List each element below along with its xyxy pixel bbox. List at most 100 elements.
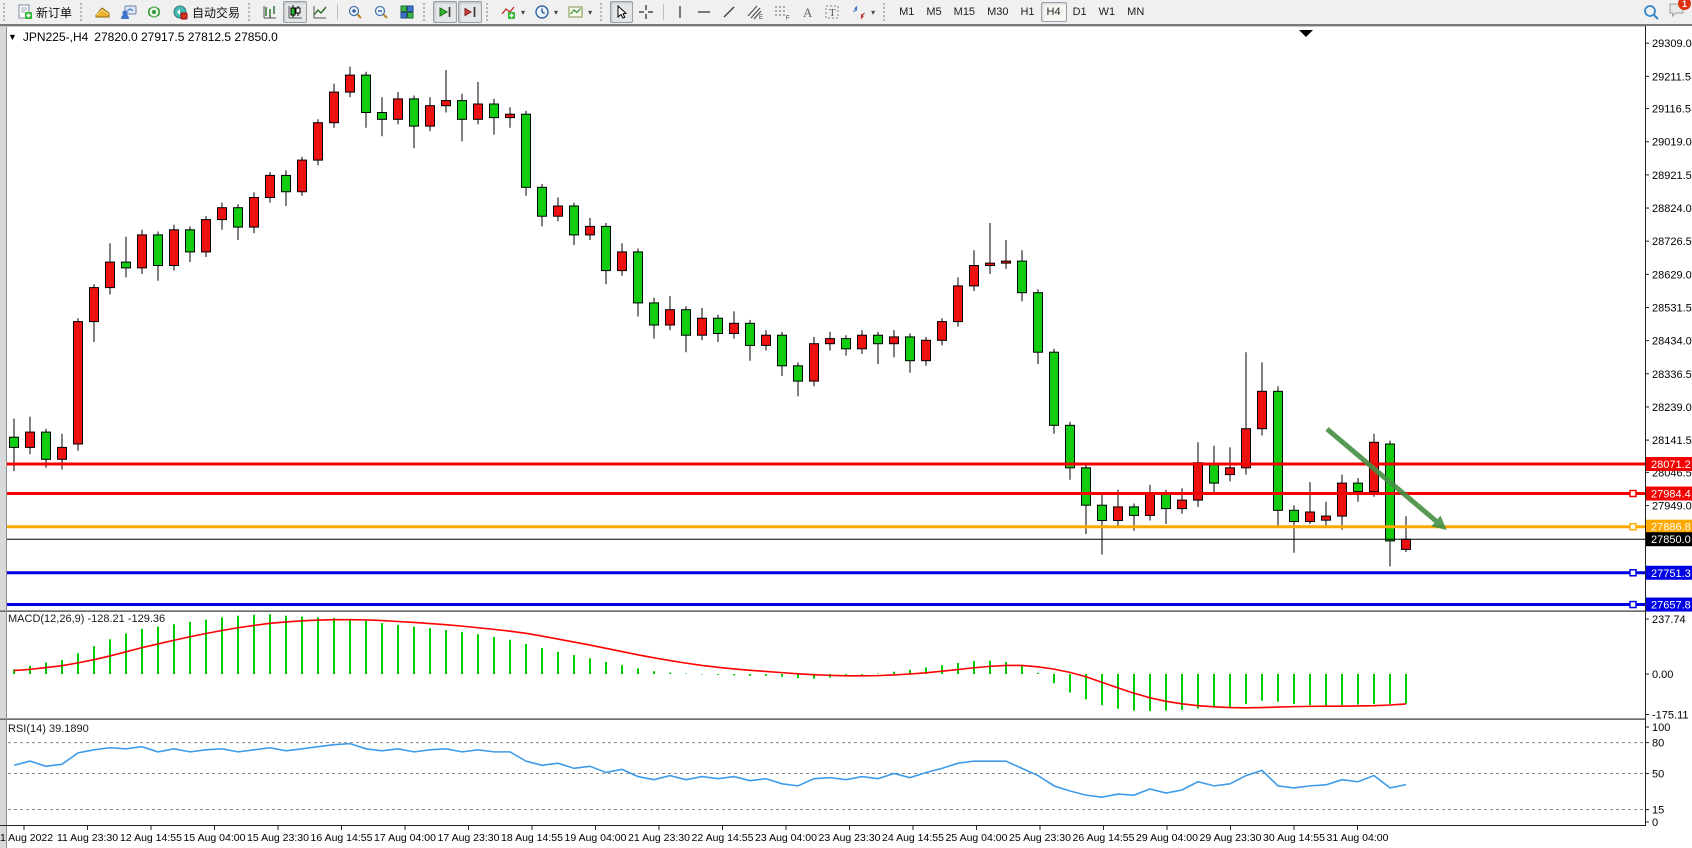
tab-timeframe-m1[interactable]: M1 (893, 2, 920, 22)
tab-timeframe-m30[interactable]: M30 (981, 2, 1014, 22)
periods-dropdown-icon[interactable]: ▾ (554, 8, 558, 17)
svg-text:15 Aug 04:00: 15 Aug 04:00 (184, 832, 246, 844)
toolbar: 新订单 (0, 0, 1692, 26)
ohlc-values: 27820.0 27917.5 27812.5 27850.0 (94, 30, 278, 44)
svg-text:29211.5: 29211.5 (1652, 71, 1691, 83)
indicators-dropdown-icon[interactable]: ▾ (521, 8, 525, 17)
bar-chart-icon (262, 4, 278, 20)
svg-text:29 Aug 23:30: 29 Aug 23:30 (1200, 832, 1262, 844)
svg-text:25 Aug 23:30: 25 Aug 23:30 (1009, 832, 1071, 844)
tab-timeframe-m15[interactable]: M15 (948, 2, 981, 22)
templates-icon (567, 4, 584, 20)
svg-text:237.74: 237.74 (1652, 614, 1686, 626)
line-handle[interactable] (1630, 524, 1636, 530)
toolbar-grip (248, 3, 254, 21)
price-line-label: 27657.8 (1651, 600, 1691, 612)
svg-text:0.00: 0.00 (1652, 669, 1673, 681)
search-icon[interactable] (1643, 4, 1660, 21)
fibonacci-button[interactable]: F (769, 1, 795, 23)
chart-canvas[interactable]: 29309.029211.529116.529019.028921.528824… (0, 0, 1692, 848)
tab-timeframe-mn[interactable]: MN (1121, 2, 1150, 22)
bar-chart-button[interactable] (258, 1, 282, 23)
chart-shift-icon (462, 4, 478, 20)
tile-windows-button[interactable] (395, 1, 419, 23)
arrows-dropdown-icon[interactable]: ▾ (871, 8, 875, 17)
cursor-button[interactable] (610, 1, 633, 23)
timeframe-group: M1M5M15M30H1H4D1W1MN (893, 2, 1150, 22)
tab-timeframe-h1[interactable]: H1 (1014, 2, 1040, 22)
templates-dropdown-icon[interactable]: ▾ (588, 8, 592, 17)
toolbar-grip (600, 3, 606, 21)
svg-text:50: 50 (1652, 769, 1664, 781)
tab-timeframe-d1[interactable]: D1 (1067, 2, 1093, 22)
symbol-dropdown-icon[interactable]: ▼ (8, 32, 17, 42)
svg-text:80: 80 (1652, 738, 1664, 750)
market-watch-icon (120, 4, 137, 20)
auto-scroll-button[interactable] (433, 1, 457, 23)
market-watch-button[interactable] (116, 1, 141, 23)
crosshair-button[interactable] (634, 1, 658, 23)
svg-text:18 Aug 14:55: 18 Aug 14:55 (501, 832, 563, 844)
toolbar-grip (486, 3, 492, 21)
clock-icon (534, 4, 550, 20)
zoom-in-button[interactable] (343, 1, 368, 23)
svg-text:25 Aug 04:00: 25 Aug 04:00 (946, 832, 1008, 844)
svg-text:28921.5: 28921.5 (1652, 170, 1692, 182)
arrows-icon (850, 4, 867, 20)
line-handle[interactable] (1630, 602, 1636, 608)
svg-text:26 Aug 14:55: 26 Aug 14:55 (1073, 832, 1135, 844)
notifications-button[interactable]: 1 (1668, 1, 1686, 23)
equidistant-channel-icon: E (746, 4, 764, 20)
tab-timeframe-w1[interactable]: W1 (1093, 2, 1122, 22)
vertical-line-button[interactable] (669, 1, 691, 23)
profiles-button[interactable] (90, 1, 115, 23)
tile-windows-icon (399, 4, 415, 20)
fibonacci-icon: F (773, 4, 791, 20)
crosshair-icon (638, 4, 654, 20)
text-label-button[interactable]: T (820, 1, 845, 23)
line-handle[interactable] (1630, 491, 1636, 497)
svg-text:29116.5: 29116.5 (1652, 104, 1691, 116)
arrows-button[interactable]: ▾ (846, 1, 879, 23)
trendline-button[interactable] (717, 1, 741, 23)
toolbar-separator (663, 4, 664, 20)
svg-text:28824.0: 28824.0 (1652, 203, 1692, 215)
price-line-label: 27751.3 (1651, 568, 1691, 580)
zoom-in-icon (347, 4, 364, 20)
indicators-button[interactable]: ▾ (496, 1, 529, 23)
auto-trading-button[interactable]: 自动交易 (168, 1, 244, 23)
svg-text:15: 15 (1652, 805, 1664, 817)
svg-text:12 Aug 14:55: 12 Aug 14:55 (120, 832, 182, 844)
chart-background (0, 26, 1692, 848)
price-line-label: 27850.0 (1651, 534, 1691, 546)
svg-text:30 Aug 14:55: 30 Aug 14:55 (1263, 832, 1325, 844)
svg-text:0: 0 (1652, 817, 1658, 829)
periods-button[interactable]: ▾ (530, 1, 562, 23)
svg-text:28726.5: 28726.5 (1652, 236, 1692, 248)
new-order-button[interactable]: 新订单 (13, 1, 76, 23)
svg-text:28434.0: 28434.0 (1652, 336, 1692, 348)
line-chart-icon (312, 4, 328, 20)
price-axis[interactable]: 29309.029211.529116.529019.028921.528824… (1645, 26, 1692, 829)
zoom-out-button[interactable] (369, 1, 394, 23)
candlestick-chart-button[interactable] (283, 1, 307, 23)
line-chart-button[interactable] (308, 1, 332, 23)
auto-trading-icon (172, 4, 189, 20)
svg-text:31 Aug 04:00: 31 Aug 04:00 (1327, 832, 1389, 844)
alerts-button[interactable] (142, 1, 167, 23)
chart-shift-button[interactable] (458, 1, 482, 23)
trendline-icon (721, 4, 737, 20)
svg-text:-175.11: -175.11 (1652, 710, 1689, 722)
tab-timeframe-h4[interactable]: H4 (1041, 2, 1067, 22)
horizontal-line-button[interactable] (692, 1, 716, 23)
templates-button[interactable]: ▾ (563, 1, 596, 23)
tab-timeframe-m5[interactable]: M5 (920, 2, 947, 22)
line-handle[interactable] (1630, 570, 1636, 576)
text-button[interactable]: A (796, 1, 819, 23)
cursor-icon (614, 4, 629, 20)
toolbar-grip (80, 3, 86, 21)
equidistant-channel-button[interactable]: E (742, 1, 768, 23)
svg-text:28141.5: 28141.5 (1652, 435, 1692, 447)
vertical-line-icon (673, 4, 687, 20)
chart-ohlc-title: ▼ JPN225-,H4 27820.0 27917.5 27812.5 278… (8, 30, 278, 44)
